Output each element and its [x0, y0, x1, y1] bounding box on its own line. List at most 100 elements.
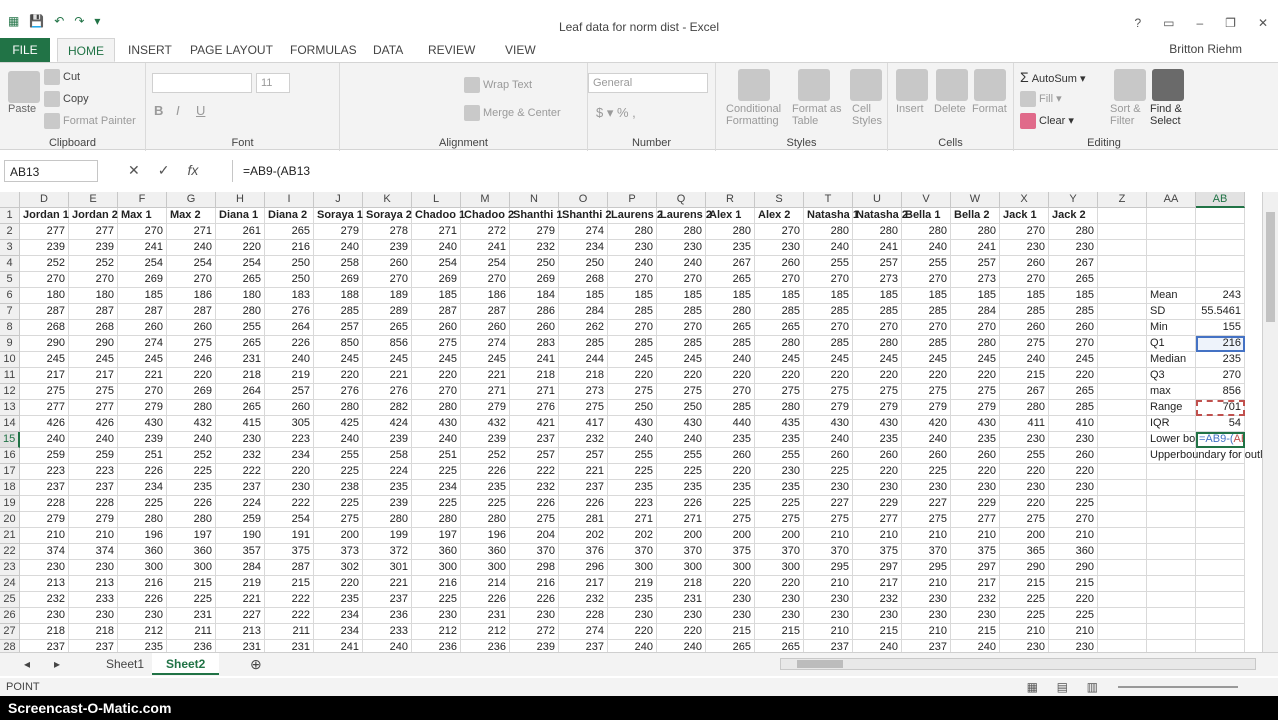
cell-t22[interactable]: 370 [804, 544, 853, 560]
cell-p12[interactable]: 275 [608, 384, 657, 400]
cell-aa26[interactable] [1147, 608, 1196, 624]
cell-w23[interactable]: 297 [951, 560, 1000, 576]
cell-s25[interactable]: 230 [755, 592, 804, 608]
cell-u28[interactable]: 240 [853, 640, 902, 652]
cell-z12[interactable] [1098, 384, 1147, 400]
cell-w28[interactable]: 240 [951, 640, 1000, 652]
cell-j9[interactable]: 850 [314, 336, 363, 352]
cell-r23[interactable]: 300 [706, 560, 755, 576]
cell-l12[interactable]: 270 [412, 384, 461, 400]
cell-k28[interactable]: 240 [363, 640, 412, 652]
cell-g23[interactable]: 300 [167, 560, 216, 576]
cell-u13[interactable]: 279 [853, 400, 902, 416]
cell-u22[interactable]: 375 [853, 544, 902, 560]
cell-h26[interactable]: 227 [216, 608, 265, 624]
cell-aa24[interactable] [1147, 576, 1196, 592]
cell-z15[interactable] [1098, 432, 1147, 448]
cell-ab9[interactable]: 216 [1196, 336, 1245, 352]
cell-t14[interactable]: 430 [804, 416, 853, 432]
cell-l1[interactable]: Chadoo 1 [412, 208, 465, 224]
cell-v24[interactable]: 210 [902, 576, 951, 592]
cell-ab5[interactable] [1196, 272, 1245, 288]
cell-x19[interactable]: 220 [1000, 496, 1049, 512]
tab-sheet1[interactable]: Sheet1 [92, 653, 158, 675]
cell-aa18[interactable] [1147, 480, 1196, 496]
cell-l8[interactable]: 260 [412, 320, 461, 336]
cell-z7[interactable] [1098, 304, 1147, 320]
cell-g20[interactable]: 280 [167, 512, 216, 528]
cell-u15[interactable]: 235 [853, 432, 902, 448]
cell-f14[interactable]: 430 [118, 416, 167, 432]
cell-e27[interactable]: 218 [69, 624, 118, 640]
cell-v6[interactable]: 185 [902, 288, 951, 304]
cell-n12[interactable]: 271 [510, 384, 559, 400]
cell-o13[interactable]: 275 [559, 400, 608, 416]
cell-p11[interactable]: 220 [608, 368, 657, 384]
cell-h15[interactable]: 230 [216, 432, 265, 448]
cell-g1[interactable]: Max 2 [167, 208, 216, 224]
cell-y8[interactable]: 260 [1049, 320, 1098, 336]
cell-j25[interactable]: 235 [314, 592, 363, 608]
cell-f10[interactable]: 245 [118, 352, 167, 368]
cell-v14[interactable]: 420 [902, 416, 951, 432]
cell-l20[interactable]: 280 [412, 512, 461, 528]
cell-w4[interactable]: 257 [951, 256, 1000, 272]
cell-v21[interactable]: 210 [902, 528, 951, 544]
cell-h19[interactable]: 224 [216, 496, 265, 512]
cell-ab1[interactable] [1196, 208, 1245, 224]
cell-l25[interactable]: 225 [412, 592, 461, 608]
cell-k25[interactable]: 237 [363, 592, 412, 608]
cell-n23[interactable]: 298 [510, 560, 559, 576]
cell-v16[interactable]: 260 [902, 448, 951, 464]
cell-k11[interactable]: 221 [363, 368, 412, 384]
cell-y24[interactable]: 215 [1049, 576, 1098, 592]
cell-g5[interactable]: 270 [167, 272, 216, 288]
cell-g10[interactable]: 246 [167, 352, 216, 368]
cell-n10[interactable]: 241 [510, 352, 559, 368]
cell-h2[interactable]: 261 [216, 224, 265, 240]
cell-m4[interactable]: 254 [461, 256, 510, 272]
cell-s10[interactable]: 245 [755, 352, 804, 368]
cell-s16[interactable]: 255 [755, 448, 804, 464]
cell-styles-button[interactable]: Cell Styles [852, 103, 882, 127]
cell-u4[interactable]: 257 [853, 256, 902, 272]
cell-r11[interactable]: 220 [706, 368, 755, 384]
cell-d23[interactable]: 230 [20, 560, 69, 576]
cell-k26[interactable]: 236 [363, 608, 412, 624]
row-header[interactable]: 10 [0, 352, 20, 368]
cell-u26[interactable]: 230 [853, 608, 902, 624]
cell-v28[interactable]: 237 [902, 640, 951, 652]
tab-page-layout[interactable]: PAGE LAYOUT [180, 38, 283, 62]
cell-h22[interactable]: 357 [216, 544, 265, 560]
sort-filter-button[interactable]: Sort & Filter [1110, 103, 1141, 127]
cell-w25[interactable]: 232 [951, 592, 1000, 608]
cell-p15[interactable]: 240 [608, 432, 657, 448]
cell-u11[interactable]: 220 [853, 368, 902, 384]
cell-y18[interactable]: 230 [1049, 480, 1098, 496]
cell-f20[interactable]: 280 [118, 512, 167, 528]
cell-k17[interactable]: 224 [363, 464, 412, 480]
column-header-l[interactable]: L [412, 192, 461, 208]
cell-j16[interactable]: 255 [314, 448, 363, 464]
cell-t15[interactable]: 240 [804, 432, 853, 448]
cell-r4[interactable]: 267 [706, 256, 755, 272]
cell-x28[interactable]: 230 [1000, 640, 1049, 652]
cell-d6[interactable]: 180 [20, 288, 69, 304]
cell-k6[interactable]: 189 [363, 288, 412, 304]
cell-x12[interactable]: 267 [1000, 384, 1049, 400]
cell-r16[interactable]: 260 [706, 448, 755, 464]
cell-ab26[interactable] [1196, 608, 1245, 624]
cell-n27[interactable]: 272 [510, 624, 559, 640]
cell-m26[interactable]: 231 [461, 608, 510, 624]
cell-p26[interactable]: 230 [608, 608, 657, 624]
cell-m1[interactable]: Chadoo 2 [461, 208, 514, 224]
cell-g19[interactable]: 226 [167, 496, 216, 512]
cell-n18[interactable]: 232 [510, 480, 559, 496]
row-header[interactable]: 23 [0, 560, 20, 576]
row-header[interactable]: 25 [0, 592, 20, 608]
cell-d18[interactable]: 237 [20, 480, 69, 496]
cell-ab4[interactable] [1196, 256, 1245, 272]
cell-e3[interactable]: 239 [69, 240, 118, 256]
enter-icon[interactable]: ✓ [158, 162, 170, 179]
cell-ab27[interactable] [1196, 624, 1245, 640]
